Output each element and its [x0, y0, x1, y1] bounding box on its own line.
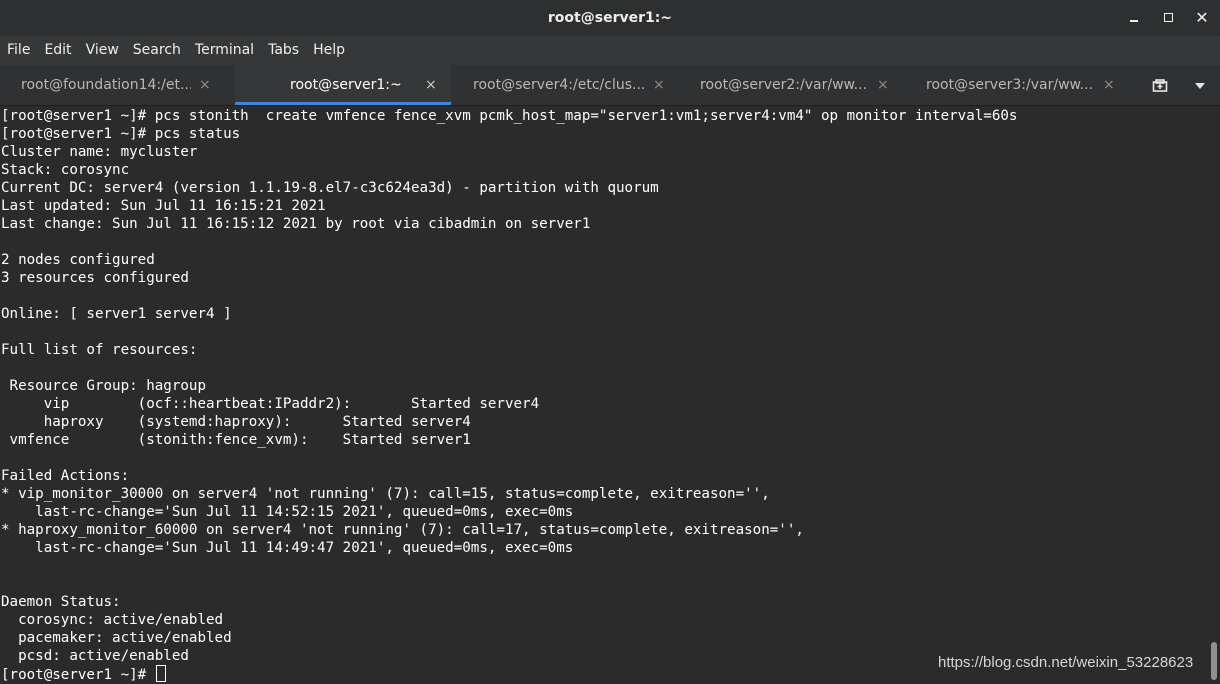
tab-server1[interactable]: root@server1:~ × [235, 65, 451, 105]
terminal-line: vip (ocf::heartbeat:IPaddr2): Started se… [1, 396, 540, 412]
terminal-line: Daemon Status: [1, 594, 121, 610]
terminal-line: Current DC: server4 (version 1.1.19-8.el… [1, 180, 659, 196]
tab-close-icon[interactable]: × [1103, 65, 1115, 105]
chevron-down-icon [1195, 82, 1205, 89]
terminal-line: * vip_monitor_30000 on server4 'not runn… [1, 486, 770, 502]
menu-search[interactable]: Search [126, 36, 188, 65]
minimize-button[interactable] [1122, 6, 1146, 30]
terminal-line: 2 nodes configured [1, 252, 155, 268]
shell-prompt: [root@server1 ~]# [1, 667, 155, 683]
watermark-text: https://blog.csdn.net/weixin_53228623 [938, 654, 1194, 671]
close-icon: ✕ [1195, 8, 1209, 27]
tab-label: root@foundation14:/et... [21, 77, 191, 93]
scrollbar-thumb[interactable] [1211, 642, 1217, 680]
terminal-line: Cluster name: mycluster [1, 144, 198, 160]
menu-edit[interactable]: Edit [37, 36, 78, 65]
menu-file[interactable]: File [0, 36, 37, 65]
menu-view[interactable]: View [79, 36, 126, 65]
tab-close-icon[interactable]: × [877, 65, 889, 105]
terminal-line: * haproxy_monitor_60000 on server4 'not … [1, 522, 804, 538]
menu-tabs[interactable]: Tabs [261, 36, 306, 65]
terminal-prompt-line[interactable]: [root@server1 ~]# [1, 665, 1017, 683]
terminal-line: [root@server1 ~]# pcs stonith create vmf… [1, 108, 1018, 124]
tab-foundation14[interactable]: root@foundation14:/et... × [0, 65, 235, 105]
menu-help[interactable]: Help [306, 36, 352, 65]
tab-bar: root@foundation14:/et... × root@server1:… [0, 65, 1220, 106]
terminal-line: pacemaker: active/enabled [1, 630, 232, 646]
terminal-line: pcsd: active/enabled [1, 648, 189, 664]
terminal-line: 3 resources configured [1, 270, 189, 286]
tab-menu-icon [1152, 78, 1168, 92]
terminal-line: Last change: Sun Jul 11 16:15:12 2021 by… [1, 216, 591, 232]
terminal-line: Full list of resources: [1, 342, 198, 358]
terminal-line: last-rc-change='Sun Jul 11 14:49:47 2021… [1, 540, 574, 556]
minimize-icon [1130, 20, 1138, 22]
tab-label: root@server3:/var/ww... [926, 77, 1094, 93]
terminal-line: Failed Actions: [1, 468, 130, 484]
menu-terminal[interactable]: Terminal [188, 36, 261, 65]
maximize-button[interactable] [1156, 6, 1180, 30]
tab-close-icon[interactable]: × [653, 65, 665, 105]
tab-server4[interactable]: root@server4:/etc/clus... × [451, 65, 676, 105]
tab-server3[interactable]: root@server3:/var/ww... × [902, 65, 1128, 105]
window-titlebar[interactable]: root@server1:~ ✕ [0, 0, 1220, 36]
terminal-output: [root@server1 ~]# pcs stonith create vmf… [1, 107, 1017, 683]
tab-label: root@server4:/etc/clus... [473, 77, 645, 93]
menu-bar: File Edit View Search Terminal Tabs Help [0, 36, 1220, 65]
terminal-line: haproxy (systemd:haproxy): Started serve… [1, 414, 471, 430]
terminal-line: last-rc-change='Sun Jul 11 14:52:15 2021… [1, 504, 574, 520]
terminal-line: [root@server1 ~]# pcs status [1, 126, 241, 142]
tab-list-dropdown[interactable] [1188, 65, 1212, 105]
terminal-line: Stack: corosync [1, 162, 130, 178]
terminal-line: Online: [ server1 server4 ] [1, 306, 232, 322]
maximize-icon [1163, 12, 1173, 22]
window-title: root@server1:~ [547, 10, 673, 26]
terminal-line: Resource Group: hagroup [1, 378, 206, 394]
terminal-scrollbar[interactable] [1208, 106, 1220, 684]
new-tab-button[interactable] [1146, 65, 1174, 105]
terminal-line: Last updated: Sun Jul 11 16:15:21 2021 [1, 198, 326, 214]
tab-label: root@server1:~ [290, 77, 402, 93]
close-window-button[interactable]: ✕ [1190, 6, 1214, 30]
tab-label: root@server2:/var/ww... [700, 77, 868, 93]
tab-close-icon[interactable]: × [199, 65, 211, 105]
terminal-line: corosync: active/enabled [1, 612, 224, 628]
tab-close-icon[interactable]: × [425, 65, 437, 105]
tab-server2[interactable]: root@server2:/var/ww... × [676, 65, 902, 105]
terminal-line: vmfence (stonith:fence_xvm): Started ser… [1, 432, 471, 448]
terminal-cursor [155, 665, 166, 682]
terminal-area[interactable]: [root@server1 ~]# pcs stonith create vmf… [0, 106, 1208, 684]
